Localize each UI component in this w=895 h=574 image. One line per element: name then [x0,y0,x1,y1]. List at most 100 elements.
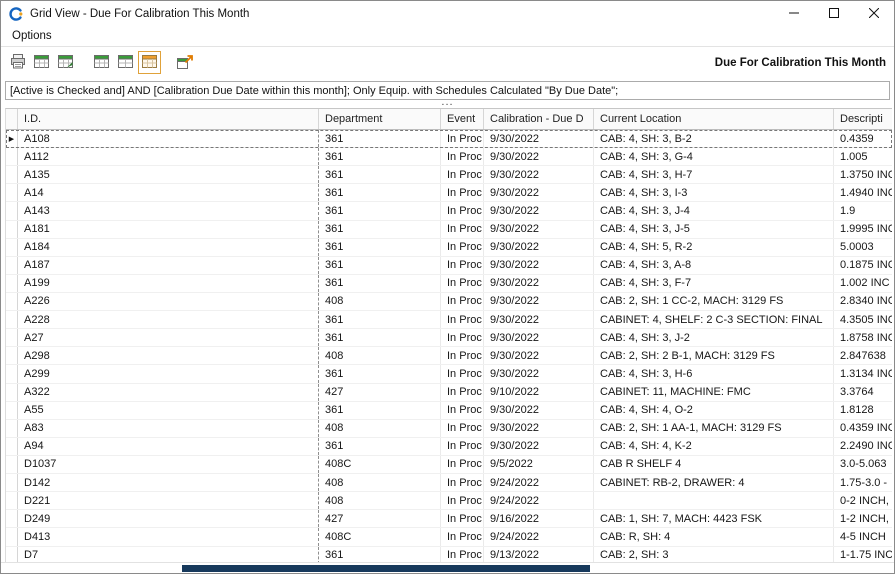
grid-cell[interactable]: In Proc [441,510,484,527]
grid-cell[interactable]: D249 [18,510,319,527]
splitter-handle[interactable]: ... [1,100,894,108]
grid-cell[interactable]: 9/30/2022 [484,402,594,419]
grid-cell[interactable]: 1.8758 INC [834,329,892,346]
table-row[interactable]: A299361In Proc9/30/2022CAB: 4, SH: 3, H-… [6,365,892,383]
row-selector[interactable] [6,365,18,382]
grid-cell[interactable]: In Proc [441,528,484,545]
table-row[interactable]: D142408In Proc9/24/2022CABINET: RB-2, DR… [6,474,892,492]
table-row[interactable]: A94361In Proc9/30/2022CAB: 4, SH: 4, K-2… [6,438,892,456]
grid-cell[interactable]: A112 [18,148,319,165]
grid-cell[interactable]: 9/24/2022 [484,492,594,509]
grid-cell[interactable]: 1-1.75 INC [834,547,892,562]
grid-cell[interactable]: In Proc [441,184,484,201]
grid-cell[interactable]: A184 [18,239,319,256]
grid-cell[interactable]: 3.3764 [834,384,892,401]
grid-cell[interactable]: 408 [319,492,441,509]
grid-cell[interactable]: 9/30/2022 [484,420,594,437]
grid-cell[interactable]: A187 [18,257,319,274]
grid-cell[interactable]: In Proc [441,347,484,364]
grid-cell[interactable]: 1.002 INC [834,275,892,292]
grid-cell[interactable]: 9/24/2022 [484,528,594,545]
grid-cell[interactable]: 9/30/2022 [484,275,594,292]
grid-cell[interactable]: 9/30/2022 [484,148,594,165]
minimize-button[interactable] [774,1,814,26]
table-row[interactable]: A181361In Proc9/30/2022CAB: 4, SH: 3, J-… [6,221,892,239]
grid-cell[interactable]: 408C [319,528,441,545]
grid-cell[interactable]: 0.4359 INC [834,420,892,437]
table-row[interactable]: ▶A108361In Proc9/30/2022CAB: 4, SH: 3, B… [6,130,892,148]
grid-cell[interactable]: 408 [319,293,441,310]
grid-cell[interactable]: 4-5 INCH [834,528,892,545]
grid-cell[interactable]: CABINET: RB-2, DRAWER: 4 [594,474,834,491]
grid-cell[interactable]: CABINET: 4, SHELF: 2 C-3 SECTION: FINAL [594,311,834,328]
grid-cell[interactable]: CAB: 4, SH: 3, B-2 [594,130,834,147]
grid-cell[interactable]: In Proc [441,547,484,562]
grid-cell[interactable]: A135 [18,166,319,183]
grid-cell[interactable]: 0.4359 [834,130,892,147]
grid-cell[interactable]: CAB: 4, SH: 5, R-2 [594,239,834,256]
grid-cell[interactable]: D7 [18,547,319,562]
column-header-current-location[interactable]: Current Location [594,109,834,129]
grid-cell[interactable]: In Proc [441,402,484,419]
excel-export-button[interactable] [30,51,53,74]
row-selector[interactable] [6,438,18,455]
grid-cell[interactable]: 9/10/2022 [484,384,594,401]
grid-cell[interactable]: 361 [319,130,441,147]
table-row[interactable]: A55361In Proc9/30/2022CAB: 4, SH: 4, O-2… [6,402,892,420]
row-selector[interactable] [6,329,18,346]
grid-cell[interactable]: In Proc [441,456,484,473]
table-row[interactable]: A199361In Proc9/30/2022CAB: 4, SH: 3, F-… [6,275,892,293]
row-selector[interactable] [6,402,18,419]
row-selector[interactable] [6,202,18,219]
grid-cell[interactable]: 9/16/2022 [484,510,594,527]
grid-cell[interactable]: 5.0003 [834,239,892,256]
grid-cell[interactable]: 9/30/2022 [484,166,594,183]
grid-cell[interactable]: In Proc [441,329,484,346]
grid-cell[interactable]: 9/5/2022 [484,456,594,473]
row-selector[interactable] [6,148,18,165]
grid-cell[interactable]: CAB R SHELF 4 [594,456,834,473]
grid-cell[interactable]: A14 [18,184,319,201]
grid-cell[interactable]: 408 [319,474,441,491]
grid-cell[interactable]: A55 [18,402,319,419]
grid-cell[interactable]: CAB: 4, SH: 4, K-2 [594,438,834,455]
grid-cell[interactable]: 361 [319,329,441,346]
table-row[interactable]: D249427In Proc9/16/2022CAB: 1, SH: 7, MA… [6,510,892,528]
grid-cell[interactable] [594,492,834,509]
table-row[interactable]: A83408In Proc9/30/2022CAB: 2, SH: 1 AA-1… [6,420,892,438]
grid-cell[interactable]: 9/30/2022 [484,257,594,274]
grid-cell[interactable]: 361 [319,202,441,219]
grid-cell[interactable]: A322 [18,384,319,401]
table-row[interactable]: A187361In Proc9/30/2022CAB: 4, SH: 3, A-… [6,257,892,275]
table-row[interactable]: A322427In Proc9/10/2022CABINET: 11, MACH… [6,384,892,402]
grid-cell[interactable]: In Proc [441,438,484,455]
grid-cell[interactable]: 9/30/2022 [484,311,594,328]
grid-cell[interactable]: A199 [18,275,319,292]
table-row[interactable]: D7361In Proc9/13/2022CAB: 2, SH: 31-1.75… [6,547,892,562]
grid-cell[interactable]: D142 [18,474,319,491]
grid-cell[interactable]: CAB: 2, SH: 3 [594,547,834,562]
grid-cell[interactable]: In Proc [441,239,484,256]
grid-cell[interactable]: CAB: 4, SH: 3, J-5 [594,221,834,238]
row-selector[interactable] [6,384,18,401]
row-selector[interactable] [6,311,18,328]
column-header-id[interactable]: I.D. [18,109,319,129]
grid-cell[interactable]: In Proc [441,474,484,491]
grid-cell[interactable]: 2.2490 INC [834,438,892,455]
grid-cell[interactable]: CAB: 4, SH: 3, A-8 [594,257,834,274]
grid-cell[interactable]: 9/30/2022 [484,221,594,238]
grid-cell[interactable]: CAB: 1, SH: 7, MACH: 4423 FSK [594,510,834,527]
table-row[interactable]: A143361In Proc9/30/2022CAB: 4, SH: 3, J-… [6,202,892,220]
grid-cell[interactable]: A83 [18,420,319,437]
grid-cell[interactable]: In Proc [441,311,484,328]
grid-cell[interactable]: 408 [319,347,441,364]
row-selector[interactable] [6,492,18,509]
row-selector[interactable] [6,420,18,437]
grid-cell[interactable]: 1.3134 INC [834,365,892,382]
column-header-calibration-due-date[interactable]: Calibration - Due D [484,109,594,129]
table-row[interactable]: A228361In Proc9/30/2022CABINET: 4, SHELF… [6,311,892,329]
grid-cell[interactable]: 0-2 INCH, [834,492,892,509]
close-button[interactable] [854,1,894,26]
grid-cell[interactable]: 361 [319,311,441,328]
grid-cell[interactable]: A228 [18,311,319,328]
